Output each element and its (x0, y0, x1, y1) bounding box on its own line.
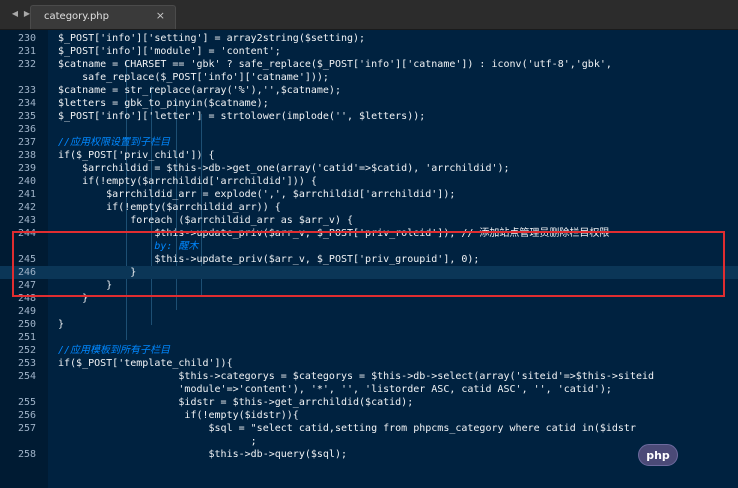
code-line[interactable]: 233 $catname = str_replace(array('%'),'',… (0, 84, 738, 97)
code-line[interactable]: 239 $arrchildid = $this->db->get_one(arr… (0, 162, 738, 175)
line-number: 233 (17, 85, 36, 96)
code-line[interactable]: safe_replace($_POST['info']['catname']))… (0, 71, 738, 84)
line-number: 255 (17, 397, 36, 408)
code-line[interactable]: ; (0, 435, 738, 448)
code-line[interactable]: 232 $catname = CHARSET == 'gbk' ? safe_re… (0, 58, 738, 71)
code-text: if(!empty($idstr)){ (58, 410, 299, 421)
code-text: $this->categorys = $categorys = $this->d… (58, 371, 655, 382)
line-number: 258 (17, 449, 36, 460)
line-number: 235 (17, 111, 36, 122)
line-number: 242 (17, 202, 36, 213)
line-number: 256 (17, 410, 36, 421)
line-number: 249 (17, 306, 36, 317)
line-number: 237 (17, 137, 36, 148)
tab-bar: ◀ ▶ category.php × (0, 0, 738, 30)
code-line[interactable]: 241 $arrchildid_arr = explode(',', $arrc… (0, 188, 738, 201)
code-text: ; (58, 436, 257, 447)
code-text: $letters = gbk_to_pinyin($catname); (58, 98, 269, 109)
line-number: 240 (17, 176, 36, 187)
tab-category-php[interactable]: category.php × (30, 5, 176, 29)
line-number: 239 (17, 163, 36, 174)
line-number: 251 (17, 332, 36, 343)
line-number: 234 (17, 98, 36, 109)
code-line[interactable]: 243 foreach ($arrchildid_arr as $arr_v) … (0, 214, 738, 227)
code-text: } (58, 319, 65, 330)
code-text: foreach ($arrchildid_arr as $arr_v) { (58, 215, 354, 226)
close-icon[interactable]: × (156, 10, 165, 22)
code-text: safe_replace($_POST['info']['catname']))… (58, 72, 329, 83)
code-text: if(!empty($arrchildid['arrchildid'])) { (58, 176, 317, 187)
code-line[interactable]: 256 if(!empty($idstr)){ (0, 409, 738, 422)
code-line[interactable]: 'module'=>'content'), '*', '', 'listorde… (0, 383, 738, 396)
line-number: 231 (17, 46, 36, 57)
code-line[interactable]: 254 $this->categorys = $categorys = $thi… (0, 370, 738, 383)
code-text: $idstr = $this->get_arrchildid($catid); (58, 397, 414, 408)
php-watermark: php (638, 444, 678, 466)
code-line[interactable]: 253 if($_POST['template_child']){ (0, 357, 738, 370)
line-number: 250 (17, 319, 36, 330)
code-line[interactable]: 235 $_POST['info']['letter'] = strtolower… (0, 110, 738, 123)
code-line[interactable]: 252 //应用模板到所有子栏目 (0, 344, 738, 357)
line-number: 254 (17, 371, 36, 382)
sublime-editor-window: ◀ ▶ category.php × 230 $_POST['info']['se… (0, 0, 738, 488)
code-line[interactable]: 230 $_POST['info']['setting'] = array2str… (0, 32, 738, 45)
code-line[interactable]: 251 (0, 331, 738, 344)
code-line[interactable]: 249 (0, 305, 738, 318)
code-text: //应用权限设置到子栏目 (58, 137, 171, 148)
code-line[interactable]: 238 if($_POST['priv_child']) { (0, 149, 738, 162)
code-line[interactable]: 258 $this->db->query($sql); (0, 448, 738, 461)
code-line[interactable]: 257 $sql = "select catid,setting from ph… (0, 422, 738, 435)
code-text: $_POST['info']['setting'] = array2string… (58, 33, 366, 44)
code-text: 'module'=>'content'), '*', '', 'listorde… (58, 384, 612, 395)
line-number: 236 (17, 124, 36, 135)
line-number: 257 (17, 423, 36, 434)
tab-title: category.php (44, 11, 109, 22)
line-number: 238 (17, 150, 36, 161)
line-number: 252 (17, 345, 36, 356)
code-text: $_POST['info']['letter'] = strtolower(im… (58, 111, 426, 122)
code-text: $catname = str_replace(array('%'),'',$ca… (58, 85, 341, 96)
code-text: if($_POST['priv_child']) { (58, 150, 215, 161)
code-text: $_POST['info']['module'] = 'content'; (58, 46, 281, 57)
code-text: $arrchildid = $this->db->get_one(array('… (58, 163, 510, 174)
code-line[interactable]: 237 //应用权限设置到子栏目 (0, 136, 738, 149)
code-text: $sql = "select catid,setting from phpcms… (58, 423, 636, 434)
line-number: 243 (17, 215, 36, 226)
code-text: $catname = CHARSET == 'gbk' ? safe_repla… (58, 59, 612, 70)
line-number: 253 (17, 358, 36, 369)
code-line[interactable]: 240 if(!empty($arrchildid['arrchildid'])… (0, 175, 738, 188)
code-line[interactable]: 250} (0, 318, 738, 331)
code-editor[interactable]: 230 $_POST['info']['setting'] = array2str… (0, 30, 738, 488)
code-line[interactable]: 234 $letters = gbk_to_pinyin($catname); (0, 97, 738, 110)
code-text: //应用模板到所有子栏目 (58, 345, 171, 356)
code-text: if($_POST['template_child']){ (58, 358, 233, 369)
code-line[interactable]: 255 $idstr = $this->get_arrchildid($cati… (0, 396, 738, 409)
code-text: if(!empty($arrchildid_arr)) { (58, 202, 281, 213)
highlight-box (12, 231, 725, 297)
code-text: $this->db->query($sql); (58, 449, 347, 460)
line-number: 232 (17, 59, 36, 70)
code-line[interactable]: 236 (0, 123, 738, 136)
code-line[interactable]: 242 if(!empty($arrchildid_arr)) { (0, 201, 738, 214)
code-text: $arrchildid_arr = explode(',', $arrchild… (58, 189, 456, 200)
code-line[interactable]: 231 $_POST['info']['module'] = 'content'; (0, 45, 738, 58)
line-number: 241 (17, 189, 36, 200)
line-number: 230 (17, 33, 36, 44)
